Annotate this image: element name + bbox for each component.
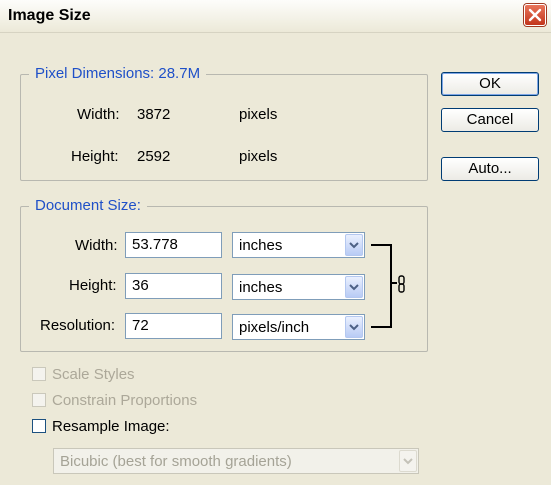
ok-button[interactable]: OK — [441, 72, 539, 96]
document-size-group: Document Size: Width: 53.778 inches Heig… — [20, 197, 428, 352]
doc-height-label: Height: — [69, 277, 117, 294]
resample-image-checkbox[interactable] — [32, 419, 46, 433]
pixel-width-value: 3872 — [137, 106, 171, 123]
doc-width-unit-value: inches — [239, 237, 283, 254]
scale-styles-label: Scale Styles — [52, 366, 135, 383]
doc-height-unit-select[interactable]: inches — [232, 274, 365, 300]
chevron-down-icon[interactable] — [345, 276, 363, 298]
resample-method-select[interactable]: Bicubic (best for smooth gradients) — [53, 448, 419, 474]
chevron-down-icon[interactable] — [345, 316, 363, 338]
doc-height-input[interactable]: 36 — [125, 273, 222, 299]
pixel-dimensions-group: Pixel Dimensions: 28.7M Width: 3872 pixe… — [20, 65, 428, 181]
pixel-dimensions-legend: Pixel Dimensions: 28.7M — [29, 65, 207, 82]
chevron-down-icon — [399, 450, 417, 472]
document-size-legend: Document Size: — [29, 197, 147, 214]
image-size-dialog: Image Size Pixel Dimensions: 28.7M Width… — [0, 0, 551, 485]
doc-width-unit-select[interactable]: inches — [232, 232, 365, 258]
pixel-height-value: 2592 — [137, 148, 171, 165]
pixel-height-unit: pixels — [239, 148, 278, 165]
doc-width-label: Width: — [75, 237, 118, 254]
close-button[interactable] — [524, 4, 546, 26]
constrain-link-icon — [369, 243, 409, 333]
pixel-height-label: Height: — [71, 148, 119, 165]
title-bar[interactable]: Image Size — [0, 0, 551, 33]
chevron-down-icon[interactable] — [345, 234, 363, 256]
resample-method-value: Bicubic (best for smooth gradients) — [60, 453, 292, 470]
scale-styles-checkbox[interactable] — [32, 367, 46, 381]
pixel-width-unit: pixels — [239, 106, 278, 123]
auto-button[interactable]: Auto... — [441, 157, 539, 181]
doc-height-unit-value: inches — [239, 279, 283, 296]
doc-width-input[interactable]: 53.778 — [125, 232, 222, 258]
resample-image-label: Resample Image: — [52, 418, 170, 435]
resolution-input[interactable]: 72 — [125, 313, 222, 339]
constrain-proportions-checkbox[interactable] — [32, 393, 46, 407]
dialog-title: Image Size — [8, 7, 91, 24]
resolution-unit-select[interactable]: pixels/inch — [232, 314, 365, 340]
constrain-proportions-label: Constrain Proportions — [52, 392, 198, 409]
pixel-width-label: Width: — [77, 106, 120, 123]
cancel-button[interactable]: Cancel — [441, 108, 539, 132]
resolution-unit-value: pixels/inch — [239, 319, 310, 336]
resolution-label: Resolution: — [40, 317, 116, 334]
